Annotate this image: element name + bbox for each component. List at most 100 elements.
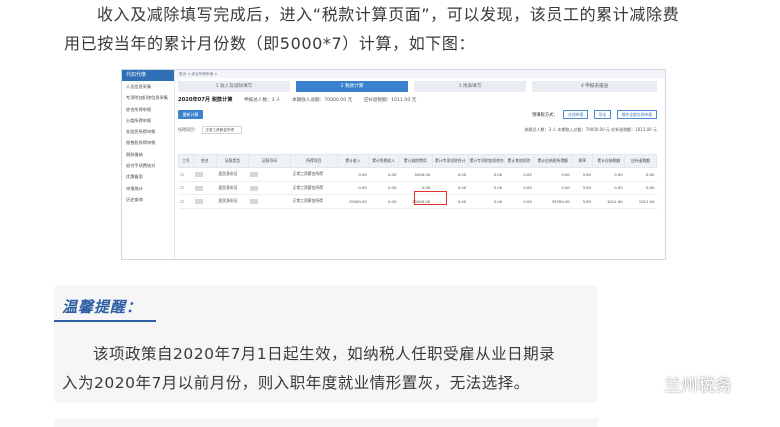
watermark-text: 兰州税务 — [664, 376, 732, 396]
column-header: 累计免税收入 — [368, 154, 399, 168]
calc-title: 2020年07月 税款计算 — [178, 97, 233, 103]
intro-paragraph: 收入及减除填写完成后，进入“税款计算页面”，可以发现，该员工的累计减除费 用已按… — [64, 0, 760, 58]
wechat-icon — [635, 378, 661, 396]
sidebar-item[interactable]: 税款缴纳 — [122, 149, 174, 160]
toolbar-right: 预填税方式： 在线申报 导出 操作全部在线申报 — [532, 110, 657, 119]
step-3[interactable]: 3 附表填写 — [414, 81, 526, 92]
next-card-edge — [54, 418, 598, 427]
table-cell: 33700.00 — [533, 194, 572, 209]
step-4[interactable]: 4 申报表报送 — [532, 81, 657, 92]
table-cell: 0.00 — [624, 181, 657, 195]
step-2[interactable]: 2 税款计算 — [296, 81, 408, 92]
table-cell: ☐ — [178, 181, 194, 195]
toolbar: 重新计算 预填税方式： 在线申报 导出 操作全部在线申报 — [178, 110, 657, 120]
redacted-block — [195, 199, 204, 204]
header-income: 本期收入总额：70000.00 元 — [292, 98, 353, 103]
mode-label: 预填税方式： — [531, 113, 558, 118]
table-cell: 0.00 — [624, 167, 657, 182]
table-header-row: 工号 姓名 证照类型 证照号码 所得项目 累计收入 累计免税收入 累计减除费用 累计专项扣除合计… — [178, 154, 657, 168]
column-header: 姓名 — [192, 154, 218, 168]
tip-title: 温馨提醒： — [62, 298, 143, 316]
column-header: 应补退税额 — [624, 154, 657, 168]
column-header: 证照号码 — [247, 154, 292, 168]
sidebar-item[interactable]: 综合所得申报 — [122, 104, 174, 115]
header-count: 申报总人数：3 人 — [244, 98, 281, 103]
step-1[interactable]: 1 收入及减除填写 — [178, 81, 290, 92]
table-cell: 1011.00 — [592, 194, 625, 209]
table-cell: 0.00 — [468, 181, 505, 195]
table-cell: 居民身份证 — [216, 194, 249, 209]
summary-text: 纳税总人数：3 人 本期收入总额：70000.00 元 应补退税额：1011.0… — [524, 127, 657, 132]
online-declare-button[interactable]: 在线申报 — [563, 110, 589, 119]
table-cell: 0.00 — [337, 167, 369, 182]
table-cell: 居民身份证 — [216, 167, 249, 182]
column-header: 累计应纳税所得额 — [533, 154, 573, 168]
table-cell: ☐ — [178, 194, 194, 209]
table-row[interactable]: ☐ 居民身份证 正常工资薪金所得 0.00 0.00 5000.00 0.00 0.00 0.0… — [178, 167, 657, 182]
redacted-block — [250, 172, 259, 177]
column-header: 所得项目 — [290, 154, 338, 168]
table-cell: 0.00 — [368, 167, 399, 182]
column-header: 累计专项扣除合计 — [431, 154, 469, 168]
redacted-block — [250, 185, 259, 191]
income-item-label: 所得项目： — [178, 127, 198, 132]
recalculate-button[interactable]: 重新计算 — [178, 110, 203, 119]
table-cell — [193, 194, 217, 209]
table-cell: 0.00 — [337, 181, 369, 195]
table-cell: 1011.00 — [624, 194, 657, 209]
table-cell: 正常工资薪金所得 — [290, 181, 338, 195]
filter-bar: 所得项目： 正常工资薪金所得 纳税总人数：3 人 本期收入总额：70000.00… — [178, 126, 657, 134]
sidebar-item[interactable]: 分类所得申报 — [122, 115, 174, 126]
column-header: 工号 — [178, 154, 194, 168]
redacted-block — [195, 185, 204, 191]
sidebar-item[interactable]: 历史查询 — [122, 194, 174, 205]
table-cell: 0.00 — [592, 181, 625, 195]
column-header: 证照类型 — [216, 154, 249, 168]
sidebar-item[interactable]: 优惠备案 — [122, 171, 174, 182]
export-button[interactable]: 导出 — [593, 110, 612, 119]
sidebar-item[interactable]: 人员信息采集 — [122, 81, 174, 92]
table-cell: 0.00 — [432, 167, 469, 182]
tip-title-underline — [54, 320, 156, 322]
tip-line-2: 入为2020年7月以前月份，则入职年度就业情形置灰，无法选择。 — [62, 374, 530, 392]
table-cell: 正常工资薪金所得 — [290, 194, 338, 209]
sidebar-item[interactable]: 申报统计 — [122, 183, 174, 194]
tip-box: 温馨提醒： 该项政策自2020年7月1日起生效，如纳税人任职受雇从业日期录 入为… — [54, 285, 598, 403]
column-header: 累计其他扣除 — [503, 154, 535, 168]
column-header: 税率 — [571, 154, 594, 168]
column-header: 累计收入 — [336, 154, 370, 168]
intro-line-2: 用已按当年的累计月份数（即5000*7）计算，如下图： — [64, 34, 476, 53]
table-cell: 0.00 — [368, 194, 399, 209]
column-header: 累计减除费用 — [397, 154, 433, 168]
column-header: 累计应纳税额 — [592, 154, 626, 168]
calc-header: 2020年07月 税款计算 申报总人数：3 人 本期收入总额：70000.00 … — [178, 95, 657, 106]
intro-line-1: 收入及减除填写完成后，进入“税款计算页面”，可以发现，该员工的累计减除费 — [97, 5, 680, 24]
redacted-block — [250, 199, 259, 204]
step-wizard: 1 收入及减除填写 2 税款计算 3 附表填写 4 申报表报送 — [178, 81, 657, 92]
table-cell: 3.00 — [571, 194, 593, 209]
table-cell: 0.00 — [592, 167, 625, 182]
sidebar-item[interactable]: 非居民所得申报 — [122, 126, 174, 137]
sidebar-title: 代扣代缴 — [122, 70, 174, 81]
table-cell: 3.00 — [571, 181, 593, 195]
declare-all-button[interactable]: 操作全部在线申报 — [616, 110, 657, 119]
tip-text: 该项政策自2020年7月1日起生效，如纳税人任职受雇从业日期录 入为2020年7… — [62, 340, 588, 398]
sidebar-item[interactable]: 退付手续费核对 — [122, 160, 174, 171]
tax-calc-screenshot: 代扣代缴 人员信息采集 专项附加扣除信息采集 综合所得申报 分类所得申报 非居民… — [121, 69, 666, 260]
table-cell: 3.00 — [571, 167, 593, 182]
tip-line-1: 该项政策自2020年7月1日起生效，如纳税人任职受雇从业日期录 — [93, 345, 556, 363]
sidebar-item[interactable]: 专项附加扣除信息采集 — [122, 92, 174, 103]
highlight-box — [414, 191, 447, 205]
breadcrumb: 首页 × 综合所得申报 × — [175, 70, 665, 78]
table-cell: 0.00 — [468, 194, 505, 209]
table-cell — [248, 181, 291, 195]
table-cell: 正常工资薪金所得 — [290, 167, 338, 182]
table-cell — [193, 181, 217, 195]
table-cell — [248, 194, 291, 209]
table-cell — [193, 167, 217, 182]
sidebar-item[interactable]: 限售股所得申报 — [122, 137, 174, 148]
income-item-select[interactable]: 正常工资薪金所得 — [202, 126, 243, 134]
table-cell: 居民身份证 — [216, 181, 249, 195]
table-cell: 70000.00 — [337, 194, 369, 209]
table-cell: 0.00 — [368, 181, 399, 195]
